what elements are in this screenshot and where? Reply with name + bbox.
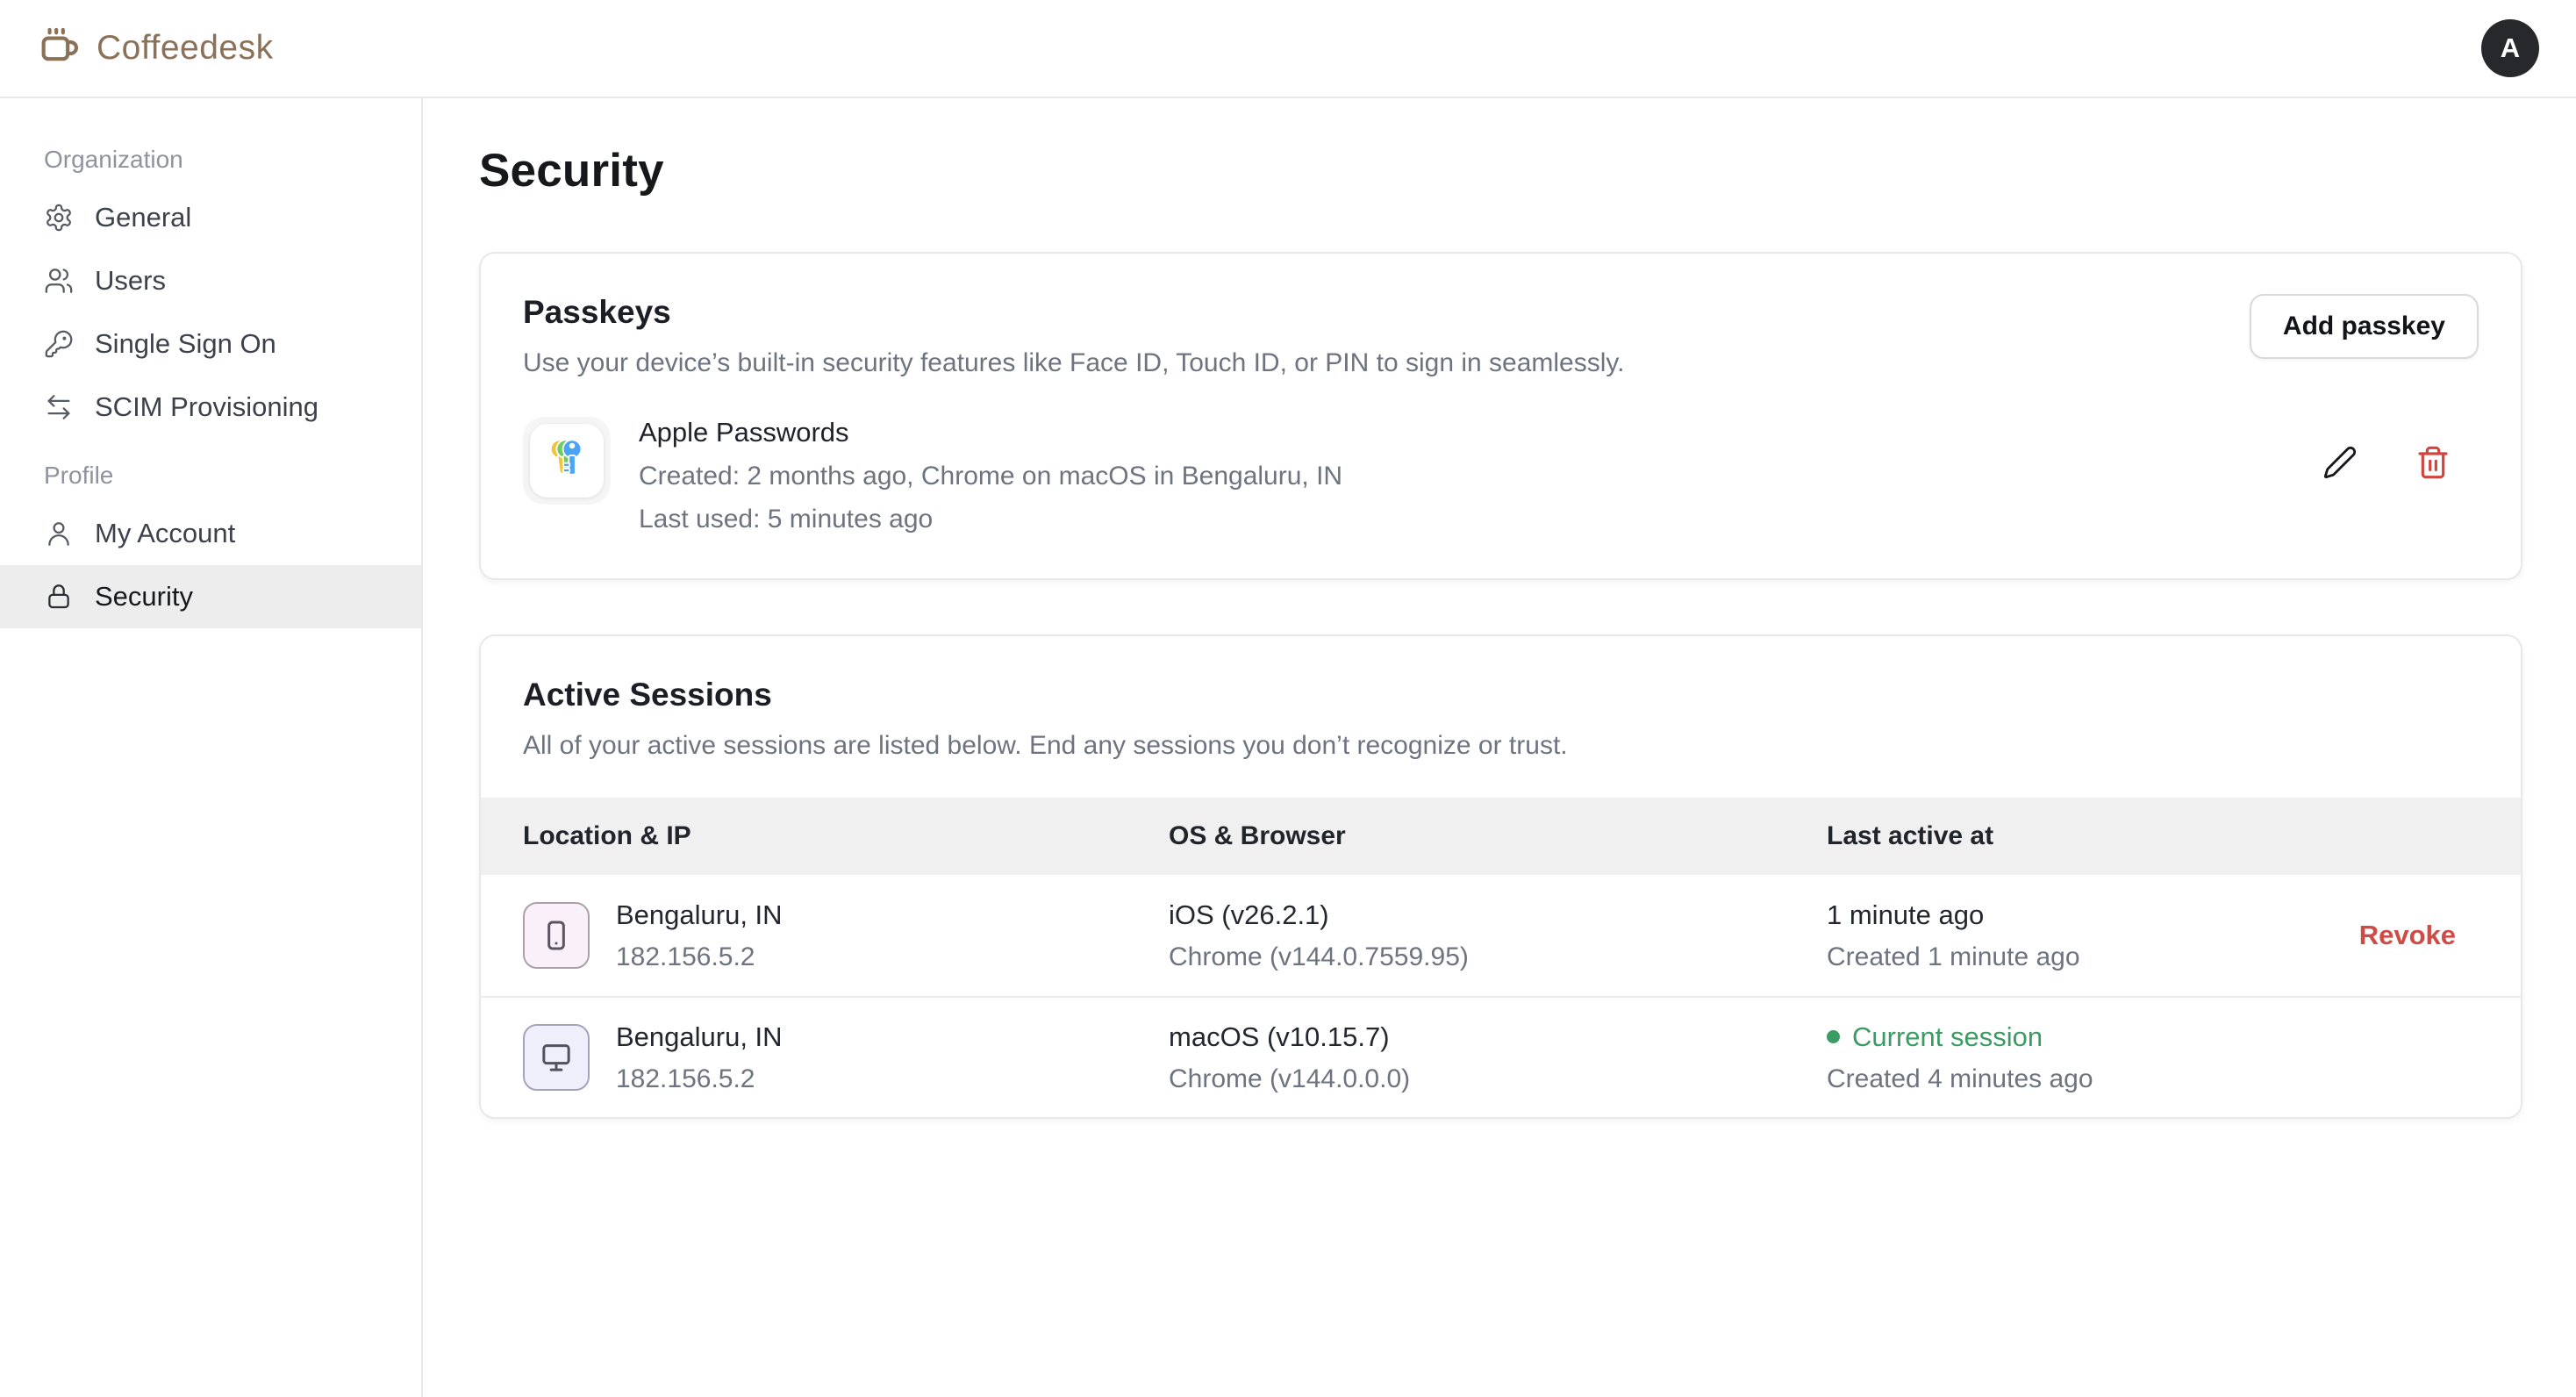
sidebar-item-label: My Account xyxy=(95,518,235,549)
coffee-cup-icon xyxy=(37,25,82,71)
sidebar-item-general[interactable]: General xyxy=(0,186,421,249)
page-title: Security xyxy=(479,144,2522,197)
apple-passwords-icon xyxy=(523,417,611,505)
session-location: Bengaluru, IN xyxy=(616,1021,783,1053)
sidebar-item-label: SCIM Provisioning xyxy=(95,391,318,423)
sidebar: Organization General Users Single Sign On SC… xyxy=(0,98,423,1397)
user-avatar[interactable]: A xyxy=(2481,19,2539,77)
sessions-description: All of your active sessions are listed b… xyxy=(523,731,2479,761)
sidebar-item-single-sign-on[interactable]: Single Sign On xyxy=(0,312,421,376)
sidebar-item-users[interactable]: Users xyxy=(0,249,421,312)
brand-name: Coffeedesk xyxy=(97,29,274,68)
session-created: Created 4 minutes ago xyxy=(1827,1064,2259,1094)
passkey-item: Apple Passwords Created: 2 months ago, C… xyxy=(523,417,2479,534)
session-browser: Chrome (v144.0.7559.95) xyxy=(1169,942,1827,972)
session-last-active: 1 minute ago xyxy=(1827,899,2259,931)
session-browser: Chrome (v144.0.0.0) xyxy=(1169,1064,1827,1094)
sidebar-item-label: Security xyxy=(95,581,193,613)
sidebar-item-my-account[interactable]: My Account xyxy=(0,502,421,565)
revoke-session-button[interactable]: Revoke xyxy=(2359,920,2456,950)
status-label: Current session xyxy=(1852,1021,2043,1053)
session-ip: 182.156.5.2 xyxy=(616,1064,783,1094)
passkeys-title: Passkeys xyxy=(523,294,1625,331)
sidebar-item-label: Single Sign On xyxy=(95,328,276,360)
sidebar-section-label-profile: Profile xyxy=(44,462,421,490)
monitor-icon xyxy=(523,1024,590,1091)
sidebar-item-label: Users xyxy=(95,265,166,297)
sessions-title: Active Sessions xyxy=(523,677,2479,713)
sessions-table: Location & IP OS & Browser Last active a… xyxy=(481,798,2521,1117)
session-ip: 182.156.5.2 xyxy=(616,942,783,972)
session-row: Bengaluru, IN 182.156.5.2 macOS (v10.15.7)… xyxy=(481,996,2521,1117)
arrows-swap-icon xyxy=(44,392,74,422)
session-created: Created 1 minute ago xyxy=(1827,942,2259,972)
passkey-last-used-line: Last used: 5 minutes ago xyxy=(639,505,2319,534)
status-dot-icon xyxy=(1827,1030,1840,1043)
key-icon xyxy=(44,329,74,359)
session-location: Bengaluru, IN xyxy=(616,899,783,931)
sidebar-item-security[interactable]: Security xyxy=(0,565,421,628)
add-passkey-button[interactable]: Add passkey xyxy=(2250,294,2479,359)
active-sessions-card: Active Sessions All of your active sessi… xyxy=(479,634,2522,1119)
edit-passkey-button[interactable] xyxy=(2319,441,2361,484)
sessions-table-header: Location & IP OS & Browser Last active a… xyxy=(481,798,2521,875)
passkeys-card: Passkeys Use your device’s built-in secu… xyxy=(479,252,2522,580)
current-session-status: Current session xyxy=(1827,1021,2259,1053)
topbar: Coffeedesk A xyxy=(0,0,2576,98)
users-icon xyxy=(44,266,74,296)
pencil-icon xyxy=(2322,469,2358,483)
lock-icon xyxy=(44,582,74,612)
gear-icon xyxy=(44,203,74,233)
main-content: Security Passkeys Use your device’s buil… xyxy=(423,98,2576,1397)
sidebar-item-scim-provisioning[interactable]: SCIM Provisioning xyxy=(0,376,421,439)
brand-logo[interactable]: Coffeedesk xyxy=(37,25,274,71)
passkey-created-line: Created: 2 months ago, Chrome on macOS i… xyxy=(639,462,2319,491)
trash-icon xyxy=(2415,469,2451,483)
sidebar-section-label-organization: Organization xyxy=(44,146,421,174)
smartphone-icon xyxy=(523,902,590,969)
sidebar-item-label: General xyxy=(95,202,191,233)
passkey-name: Apple Passwords xyxy=(639,417,2319,448)
session-os: iOS (v26.2.1) xyxy=(1169,899,1827,931)
column-header-os-browser: OS & Browser xyxy=(1169,821,1827,851)
passkeys-description: Use your device’s built-in security feat… xyxy=(523,348,1625,378)
session-os: macOS (v10.15.7) xyxy=(1169,1021,1827,1053)
column-header-location: Location & IP xyxy=(523,821,1169,851)
person-icon xyxy=(44,519,74,548)
session-row: Bengaluru, IN 182.156.5.2 iOS (v26.2.1) Chr… xyxy=(481,875,2521,996)
column-header-last-active: Last active at xyxy=(1827,821,2259,851)
delete-passkey-button[interactable] xyxy=(2412,441,2454,484)
